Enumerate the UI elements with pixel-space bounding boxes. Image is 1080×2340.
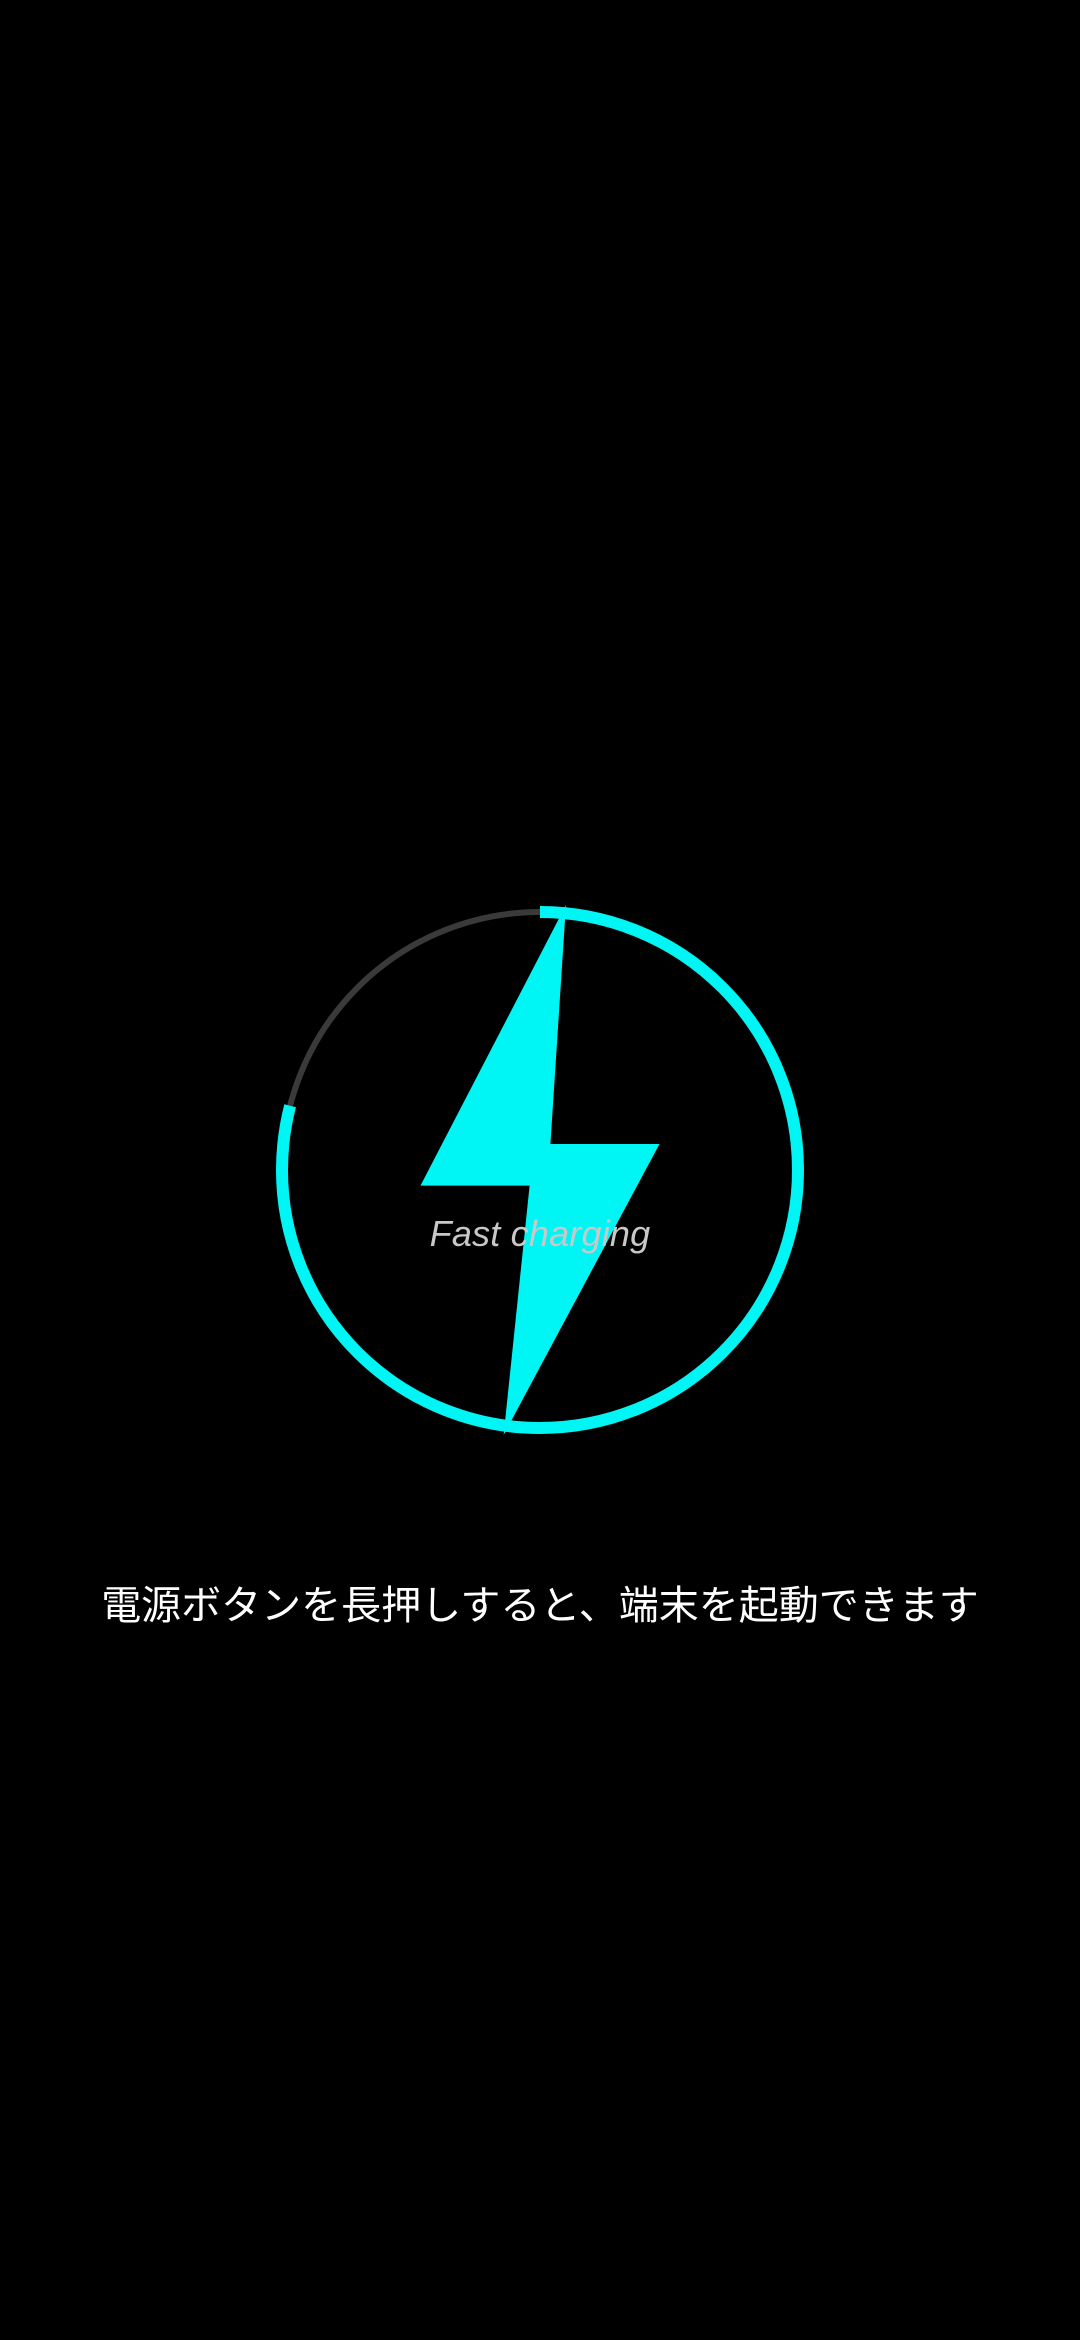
charging-indicator: Fast charging (275, 905, 805, 1435)
charging-screen: Fast charging 電源ボタンを長押しすると、端末を起動できます (0, 0, 1080, 2340)
charging-status-label: Fast charging (429, 1213, 651, 1254)
lightning-bolt-icon (420, 905, 660, 1435)
power-button-hint: 電源ボタンを長押しすると、端末を起動できます (101, 1583, 979, 1629)
